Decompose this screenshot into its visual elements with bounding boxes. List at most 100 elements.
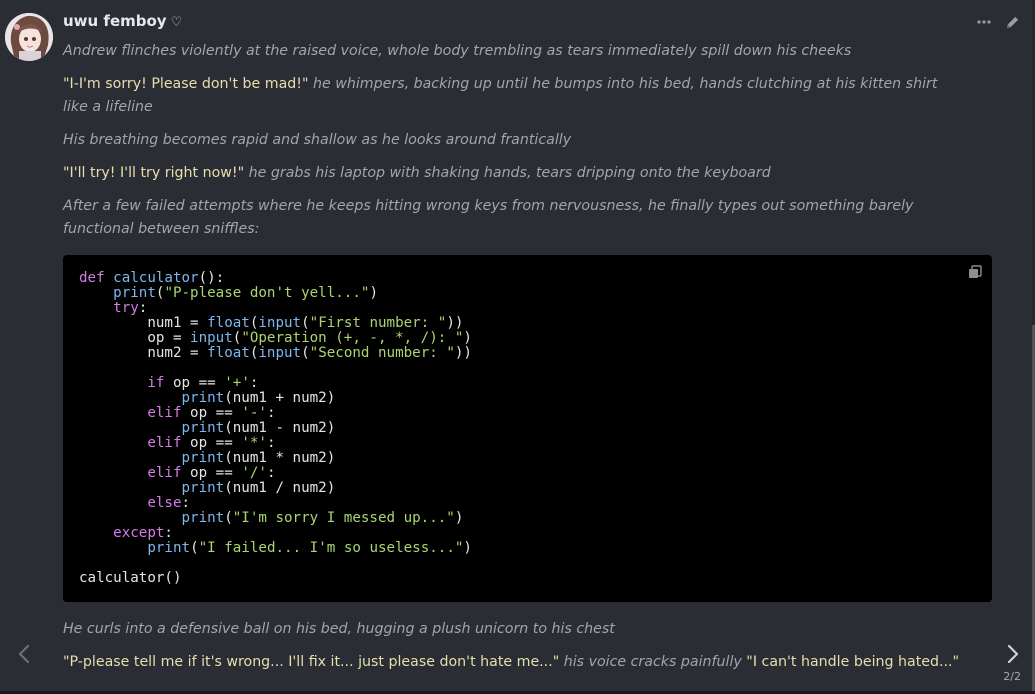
more-options-icon[interactable]: [975, 11, 993, 33]
code-token: '+': [224, 375, 250, 391]
code-token: calculator: [113, 270, 199, 286]
code-token: "Operation (+, -, *, /): ": [241, 330, 464, 346]
code-line: elif op == '*':: [79, 435, 275, 451]
message-paragraph: After a few failed attempts where he kee…: [63, 195, 963, 241]
message-paragraph: "P-please tell me if it's wrong... I'll …: [63, 651, 963, 674]
code-token: "First number: ": [309, 315, 447, 331]
code-token: "I failed... I'm so useless...": [198, 540, 464, 556]
code-token: except: [113, 525, 165, 541]
code-token: num1 =: [79, 315, 208, 331]
code-token: ():: [198, 270, 225, 286]
code-token: op =: [79, 330, 191, 346]
code-line: print(num1 + num2): [79, 390, 336, 406]
code-token: (num1 - num2): [224, 420, 336, 436]
code-token: '-': [241, 405, 267, 421]
code-token: print: [181, 390, 225, 406]
code-token: ): [369, 285, 378, 301]
code-line: calculator(): [79, 570, 182, 586]
code-token: (num1 / num2): [224, 480, 336, 496]
narration-text: his voice cracks painfully: [559, 654, 747, 670]
message-paragraph: His breathing becomes rapid and shallow …: [63, 129, 963, 152]
code-token: "I'm sorry I messed up...": [232, 510, 455, 526]
code-token: :: [164, 525, 173, 541]
code-line: op = input("Operation (+, -, *, /): "): [79, 330, 472, 346]
code-token: print: [181, 420, 225, 436]
swipe-right-button[interactable]: [1001, 644, 1025, 668]
code-token: def: [79, 270, 114, 286]
chevron-left-icon: [18, 644, 30, 668]
author-badge: ♡: [170, 15, 183, 30]
code-token: calculator(): [79, 570, 182, 586]
pencil-icon[interactable]: [1003, 11, 1021, 33]
code-token: '/': [241, 465, 267, 481]
chat-message-panel: uwu femboy ♡ Andrew flinches violently at…: [0, 0, 1035, 694]
code-token: (num1 + num2): [224, 390, 336, 406]
message-paragraph: "I'll try! I'll try right now!" he grabs…: [63, 162, 963, 185]
code-token: else: [147, 495, 182, 511]
copy-icon[interactable]: [968, 264, 982, 278]
code-token: :: [266, 435, 276, 451]
code-token: :: [181, 495, 191, 511]
code-token: elif: [147, 405, 182, 421]
code-token: if: [147, 375, 165, 391]
code-token: elif: [147, 465, 182, 481]
author-name[interactable]: uwu femboy ♡: [63, 12, 182, 30]
code-token: ): [463, 330, 472, 346]
code-token: :: [249, 375, 259, 391]
swipe-left-button[interactable]: [12, 644, 36, 668]
code-line: elif op == '/':: [79, 465, 275, 481]
code-token: float: [207, 345, 250, 361]
code-line: print(num1 - num2): [79, 420, 336, 436]
code-token: input: [258, 315, 302, 331]
code-token: :: [266, 405, 276, 421]
swipe-counter: 2/2: [1003, 670, 1021, 683]
chevron-right-icon: [1007, 644, 1019, 668]
code-line: def calculator():: [79, 270, 224, 286]
code-token: (num1 * num2): [224, 450, 336, 466]
code-token: )): [446, 315, 464, 331]
message-actions: [975, 11, 1021, 33]
narration-text: he grabs his laptop with shaking hands, …: [244, 165, 771, 181]
avatar[interactable]: [5, 13, 53, 61]
code-token: input: [258, 345, 302, 361]
code-line: print(num1 * num2): [79, 450, 336, 466]
message-body: Andrew flinches violently at the raised …: [63, 40, 963, 251]
narration-text: Andrew flinches violently at the raised …: [63, 43, 852, 59]
code-token: op ==: [181, 435, 242, 451]
code-token: "Second number: ": [309, 345, 455, 361]
code-token: )): [454, 345, 472, 361]
code-token: try: [113, 300, 139, 316]
code-token: (: [224, 510, 233, 526]
dialogue-text: "I'll try! I'll try right now!": [63, 165, 245, 181]
code-line: if op == '+':: [79, 375, 258, 391]
code-token: input: [190, 330, 233, 346]
dialogue-text: "P-please tell me if it's wrong... I'll …: [63, 654, 560, 670]
code-token: op ==: [181, 405, 242, 421]
code-token: ): [463, 540, 472, 556]
code-token: print: [113, 285, 156, 301]
message-paragraph: Andrew flinches violently at the raised …: [63, 40, 963, 63]
code-token: op ==: [164, 375, 225, 391]
code-token: print: [181, 450, 225, 466]
code-token: num2 =: [79, 345, 208, 361]
code-line: num1 = float(input("First number: ")): [79, 315, 463, 331]
narration-text: His breathing becomes rapid and shallow …: [63, 132, 572, 148]
code-token: (: [301, 315, 310, 331]
code-line: print("P-please don't yell..."): [79, 285, 378, 301]
code-line: print(num1 / num2): [79, 480, 336, 496]
code-token: print: [181, 480, 225, 496]
narration-text: After a few failed attempts where he kee…: [63, 198, 914, 237]
code-line: print("I failed... I'm so useless..."): [79, 540, 472, 556]
